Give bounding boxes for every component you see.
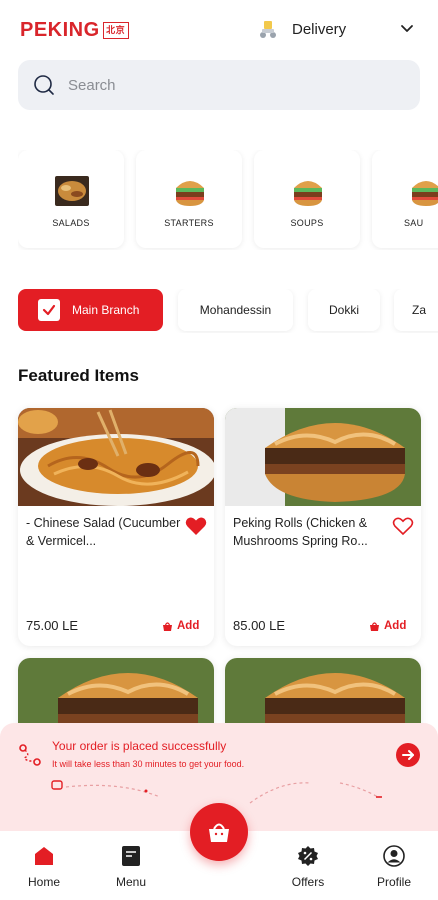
chevron-down-icon[interactable] [400, 22, 414, 36]
branch-chip-za[interactable]: Za [394, 289, 438, 331]
branch-label: Dokki [328, 303, 359, 317]
featured-item-card[interactable]: - Chinese Salad (Cucumber & Vermicel... … [18, 408, 214, 646]
featured-item-card[interactable]: Peking Rolls (Chicken & Mushrooms Spring… [225, 408, 421, 646]
salad-food-icon [55, 176, 89, 206]
category-card-soups[interactable]: SOUPS [254, 150, 360, 248]
user-profile-icon [383, 845, 405, 867]
category-carousel[interactable]: SALADS STARTERS SOUPS SAU [18, 150, 438, 250]
nav-item-profile[interactable]: Profile [374, 845, 414, 889]
delivery-label: Delivery [292, 20, 347, 38]
nav-item-menu[interactable]: Menu [113, 845, 149, 889]
route-icon [19, 744, 41, 766]
nav-label: Profile [376, 875, 411, 889]
search-input[interactable] [68, 76, 368, 94]
home-icon [35, 847, 53, 865]
burger-food-icon [294, 181, 322, 206]
cart-button[interactable] [190, 803, 248, 861]
add-label: Add [384, 620, 407, 632]
delivery-mode-selector[interactable]: Delivery [258, 18, 346, 40]
category-label: SALADS [52, 218, 90, 228]
basket-icon [163, 621, 172, 631]
brand-logo: PEKING 北京 [20, 19, 129, 42]
featured-items-title: Featured Items [18, 366, 139, 385]
category-label: SAU [404, 218, 424, 228]
app-header: PEKING 北京 Delivery [0, 0, 438, 60]
add-to-cart-button[interactable]: Add [369, 616, 406, 636]
toast-title: Your order is placed successfully [52, 739, 227, 753]
item-name: - Chinese Salad (Cucumber & Vermicel... [26, 516, 181, 548]
menu-book-icon [122, 846, 140, 866]
burger-food-icon [412, 181, 438, 206]
delivery-scooter-icon [260, 21, 276, 38]
category-card-starters[interactable]: STARTERS [136, 150, 242, 248]
add-label: Add [177, 620, 200, 632]
category-card-sauces[interactable]: SAU [372, 150, 438, 248]
branch-selector[interactable]: Main Branch Mohandessin Dokki Za [18, 289, 438, 333]
toast-subtitle: It will take less than 30 minutes to get… [52, 759, 245, 769]
checkbox-checked-icon [38, 299, 60, 321]
heart-filled-icon[interactable] [185, 516, 207, 536]
branch-label: Main Branch [72, 303, 140, 317]
nav-item-home[interactable]: Home [26, 845, 62, 889]
item-price: 85.00 LE [233, 618, 286, 633]
heart-outline-icon[interactable] [392, 516, 414, 536]
nav-label: Menu [115, 875, 147, 889]
branch-chip-dokki[interactable]: Dokki [308, 289, 380, 331]
search-icon [34, 75, 54, 95]
branch-chip-mohandessin[interactable]: Mohandessin [178, 289, 293, 331]
arrow-right-icon[interactable] [396, 743, 420, 767]
burger-food-icon [176, 181, 204, 206]
category-label: STARTERS [164, 218, 214, 228]
nav-item-offers[interactable]: Offers [288, 845, 328, 889]
nav-label: Home [27, 875, 60, 889]
burger-food-image [225, 408, 421, 506]
category-card-salads[interactable]: SALADS [18, 150, 124, 248]
branch-label: Mohandessin [199, 303, 272, 317]
discount-badge-icon [298, 846, 318, 866]
logo-text: PEKING [20, 19, 100, 41]
logo-mark: 北京 [102, 22, 129, 39]
item-name: Peking Rolls (Chicken & Mushrooms Spring… [233, 516, 368, 548]
search-bar[interactable] [18, 60, 420, 110]
nav-label: Offers [291, 875, 325, 889]
item-price: 75.00 LE [26, 618, 79, 633]
basket-icon [370, 621, 379, 631]
branch-label: Za [412, 303, 427, 317]
category-label: SOUPS [290, 218, 324, 228]
shopping-bag-icon [209, 823, 229, 842]
branch-chip-main-branch[interactable]: Main Branch [18, 289, 163, 331]
add-to-cart-button[interactable]: Add [162, 616, 199, 636]
noodles-food-image [18, 408, 214, 506]
